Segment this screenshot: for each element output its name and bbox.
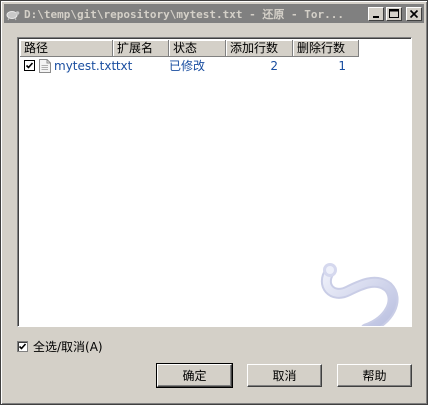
column-header-added-lines[interactable]: 添加行数 [226, 40, 293, 57]
list-header: 路径 扩展名 状态 添加行数 删除行数 [20, 40, 359, 57]
title-bar[interactable]: D:\temp\git\repository\mytest.txt - 还原 -… [4, 4, 424, 23]
column-header-path[interactable]: 路径 [20, 40, 113, 57]
close-button[interactable] [406, 6, 422, 21]
text-file-icon [39, 58, 51, 73]
table-row[interactable]: mytest.txt .txt 已修改 2 1 [20, 57, 346, 74]
help-button[interactable]: 帮助 [337, 364, 412, 387]
select-all-label: 全选/取消(A) [33, 340, 103, 354]
row-deleted-lines: 1 [338, 58, 346, 73]
minimize-button[interactable] [368, 6, 384, 21]
column-header-extension[interactable]: 扩展名 [113, 40, 169, 57]
column-header-status[interactable]: 状态 [169, 40, 226, 57]
checkmark-icon [18, 343, 27, 350]
revert-dialog: D:\temp\git\repository\mytest.txt - 还原 -… [0, 0, 428, 405]
row-extension: .txt [112, 58, 133, 73]
row-checkbox[interactable] [24, 60, 35, 71]
tortoise-app-icon [6, 10, 20, 20]
row-added-lines: 2 [270, 58, 278, 73]
tortoisegit-watermark-logo [320, 263, 399, 326]
minimize-icon [373, 15, 379, 18]
ok-button[interactable]: 确定 [156, 363, 233, 388]
file-list[interactable]: 路径 扩展名 状态 添加行数 删除行数 mytest.txt .txt 已修改 … [17, 37, 412, 327]
select-all-box[interactable] [17, 341, 28, 352]
window-title: D:\temp\git\repository\mytest.txt - 还原 -… [24, 7, 345, 21]
close-icon [409, 9, 419, 18]
checkmark-icon [25, 62, 34, 69]
row-path: mytest.txt [54, 58, 117, 73]
maximize-button[interactable] [386, 6, 402, 21]
cancel-button[interactable]: 取消 [247, 364, 322, 387]
select-all-checkbox[interactable]: 全选/取消(A) [17, 338, 103, 355]
row-status: 已修改 [169, 59, 206, 73]
maximize-icon [389, 8, 399, 18]
column-header-deleted-lines[interactable]: 删除行数 [293, 40, 359, 57]
